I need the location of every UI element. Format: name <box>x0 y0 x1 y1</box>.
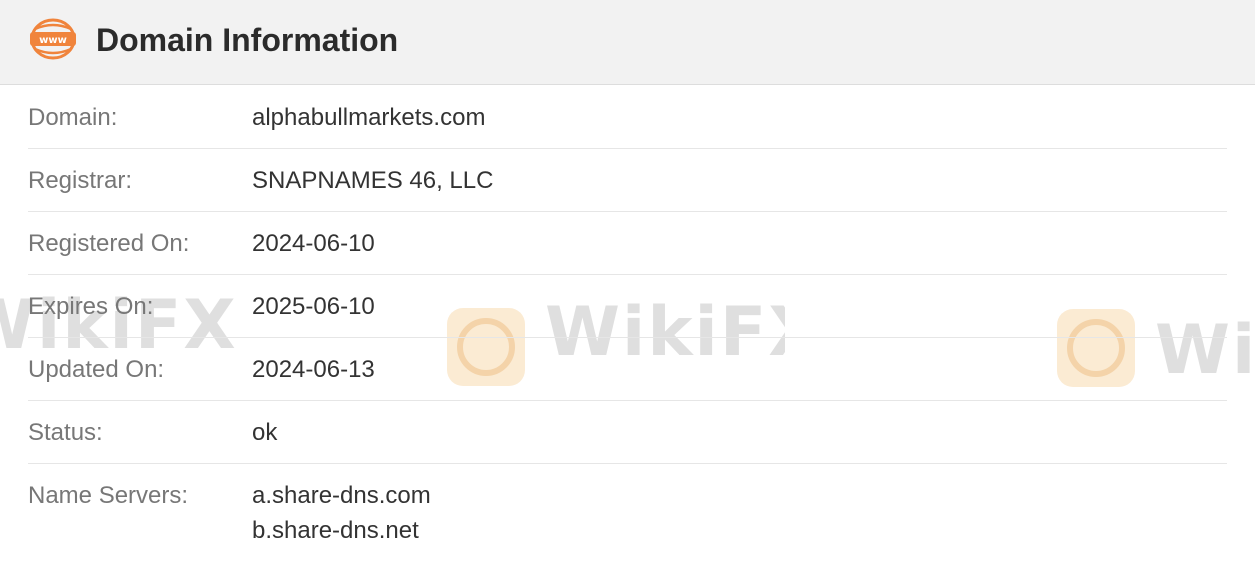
domain-info-table: Domain: alphabullmarkets.com Registrar: … <box>28 86 1227 564</box>
section-title: Domain Information <box>96 22 399 58</box>
info-row-domain: Domain: alphabullmarkets.com <box>28 86 1227 149</box>
svg-text:www: www <box>39 35 67 46</box>
row-label: Expires On: <box>28 293 154 320</box>
row-label: Domain: <box>28 104 118 131</box>
row-label: Registered On: <box>28 230 190 257</box>
row-value: alphabullmarkets.com <box>252 104 486 131</box>
info-row-expires-on: Expires On: 2025-06-10 <box>28 275 1227 338</box>
row-value: 2024-06-10 <box>252 230 375 257</box>
info-row-registered-on: Registered On: 2024-06-10 <box>28 212 1227 275</box>
name-server-value: b.share-dns.net <box>252 517 419 544</box>
row-value: 2025-06-10 <box>252 293 375 320</box>
info-row-registrar: Registrar: SNAPNAMES 46, LLC <box>28 149 1227 212</box>
info-row-name-servers: Name Servers: a.share-dns.com b.share-dn… <box>28 464 1227 564</box>
row-label: Registrar: <box>28 167 133 194</box>
row-label: Name Servers: <box>28 482 189 509</box>
info-row-status: Status: ok <box>28 401 1227 464</box>
name-server-value: a.share-dns.com <box>252 482 431 509</box>
row-label: Status: <box>28 419 103 446</box>
row-value: ok <box>252 419 278 446</box>
section-header: www Domain Information <box>0 0 1255 85</box>
row-value: SNAPNAMES 46, LLC <box>252 167 494 194</box>
www-icon: www <box>30 18 76 60</box>
name-servers-list: a.share-dns.com b.share-dns.net <box>252 478 431 548</box>
row-value: 2024-06-13 <box>252 356 375 383</box>
row-label: Updated On: <box>28 356 165 383</box>
info-row-updated-on: Updated On: 2024-06-13 <box>28 338 1227 401</box>
